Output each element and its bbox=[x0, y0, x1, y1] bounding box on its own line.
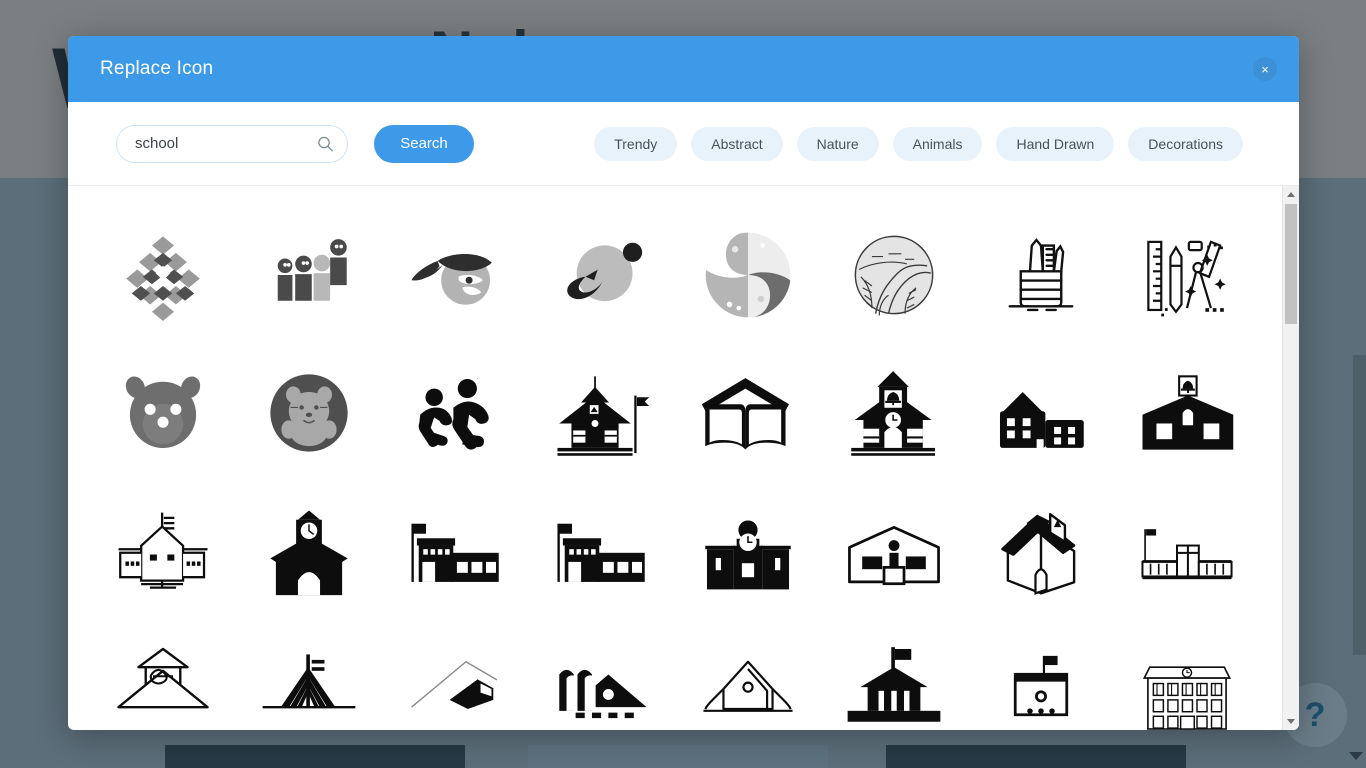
running-children-icon[interactable] bbox=[383, 344, 529, 482]
gable-outline-icon[interactable] bbox=[675, 620, 821, 730]
school-building-blocks-icon[interactable] bbox=[968, 344, 1114, 482]
school-outline-flag-icon[interactable] bbox=[90, 482, 236, 620]
search-button[interactable]: Search bbox=[374, 124, 474, 163]
category-filter-list: Trendy Abstract Nature Animals Hand Draw… bbox=[594, 126, 1277, 161]
landscape-path-circle-icon[interactable] bbox=[821, 206, 967, 344]
chevron-up-icon bbox=[1287, 192, 1295, 197]
drafting-tools-icon[interactable] bbox=[1114, 206, 1260, 344]
background-card bbox=[528, 745, 828, 768]
search-field-wrap bbox=[116, 124, 348, 163]
school-flag-long-icon[interactable] bbox=[383, 482, 529, 620]
category-pill-animals[interactable]: Animals bbox=[892, 126, 983, 161]
bear-face-icon[interactable] bbox=[90, 344, 236, 482]
roof-sketch-icon[interactable] bbox=[383, 620, 529, 730]
impossible-triangle-icon[interactable] bbox=[90, 206, 236, 344]
results-scrollbar[interactable] bbox=[1282, 186, 1299, 730]
sign-flag-icon[interactable] bbox=[968, 620, 1114, 730]
bear-badge-icon[interactable] bbox=[236, 344, 382, 482]
ninja-face-icon[interactable] bbox=[383, 206, 529, 344]
chevron-down-icon bbox=[1349, 752, 1363, 760]
school-gable-door-icon[interactable] bbox=[821, 482, 967, 620]
dialog-header: Replace Icon × bbox=[68, 36, 1299, 102]
family-figures-icon[interactable] bbox=[236, 206, 382, 344]
scroll-up-arrow[interactable] bbox=[1283, 186, 1299, 203]
pencil-cup-icon[interactable] bbox=[968, 206, 1114, 344]
background-card bbox=[886, 745, 1186, 768]
planet-swirl-icon[interactable] bbox=[529, 206, 675, 344]
school-clocktower-wings-icon[interactable] bbox=[675, 482, 821, 620]
close-icon[interactable]: × bbox=[1253, 57, 1277, 81]
school-facade-clock-icon[interactable] bbox=[1114, 620, 1260, 730]
search-toolbar: Search Trendy Abstract Nature Animals Ha… bbox=[68, 102, 1299, 186]
category-pill-abstract[interactable]: Abstract bbox=[691, 126, 783, 161]
replace-icon-dialog: Replace Icon × Search Trendy Abstract Na… bbox=[68, 36, 1299, 730]
background-side-panel bbox=[1353, 355, 1366, 655]
tent-flag-icon[interactable] bbox=[236, 620, 382, 730]
clock-tower-icon[interactable] bbox=[236, 482, 382, 620]
scroll-down-arrow[interactable] bbox=[1283, 713, 1299, 730]
chevron-down-icon bbox=[1287, 719, 1295, 724]
dialog-title: Replace Icon bbox=[100, 58, 214, 79]
category-pill-decorations[interactable]: Decorations bbox=[1128, 126, 1243, 161]
house-3d-icon[interactable] bbox=[968, 482, 1114, 620]
category-pill-hand-drawn[interactable]: Hand Drawn bbox=[996, 126, 1115, 161]
icon-results-area bbox=[68, 186, 1299, 730]
schoolhouse-flag-icon[interactable] bbox=[529, 344, 675, 482]
search-input[interactable] bbox=[116, 124, 348, 163]
open-book-roof-icon[interactable] bbox=[675, 344, 821, 482]
icon-grid bbox=[68, 186, 1282, 730]
barn-silo-icon[interactable] bbox=[529, 620, 675, 730]
school-flag-thin-icon[interactable] bbox=[1114, 482, 1260, 620]
category-pill-trendy[interactable]: Trendy bbox=[594, 126, 678, 161]
pavilion-roof-icon[interactable] bbox=[90, 620, 236, 730]
yin-yang-circle-icon[interactable] bbox=[675, 206, 821, 344]
schoolhouse-bell-clock-icon[interactable] bbox=[821, 344, 967, 482]
category-pill-nature[interactable]: Nature bbox=[796, 126, 879, 161]
school-flag-long-alt-icon[interactable] bbox=[529, 482, 675, 620]
schoolhouse-belfry-icon[interactable] bbox=[1114, 344, 1260, 482]
scrollbar-thumb[interactable] bbox=[1285, 204, 1297, 324]
school-colonnade-flag-icon[interactable] bbox=[821, 620, 967, 730]
background-card bbox=[165, 745, 465, 768]
